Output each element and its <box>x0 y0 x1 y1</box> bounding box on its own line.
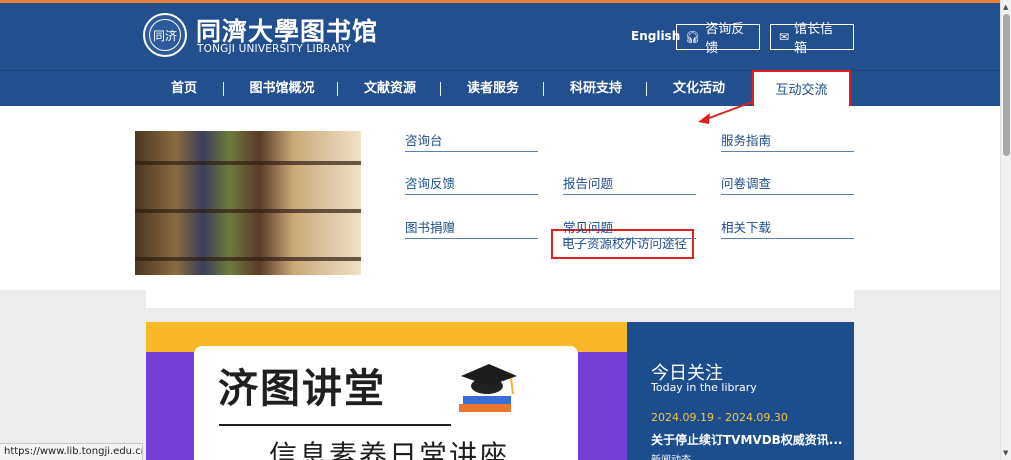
nav-item-resources[interactable]: 文献资源 <box>361 71 419 107</box>
english-link[interactable]: English <box>631 29 680 43</box>
nav-item-research[interactable]: 科研支持 <box>567 71 625 107</box>
dropdown-link-report-problem[interactable]: 报告问题 <box>563 173 696 195</box>
director-mailbox-button[interactable]: ✉ 馆长信箱 <box>770 22 854 56</box>
dropdown-link-book-donation[interactable]: 图书捐赠 <box>405 217 538 239</box>
dropdown-link-faq[interactable]: 常见问题 <box>563 217 696 239</box>
today-focus-panel: 今日关注 Today in the library 2024.09.19 - 2… <box>627 322 854 460</box>
scroll-down-icon[interactable]: ▼ <box>1003 449 1008 457</box>
headset-icon: 🎧︎ <box>685 30 701 44</box>
consult-feedback-button[interactable]: 🎧︎ 咨询反馈 <box>676 22 760 56</box>
dropdown-link-service-guide[interactable]: 服务指南 <box>721 130 854 152</box>
university-seal-logo[interactable]: 同济 <box>143 13 187 57</box>
lecture-banner[interactable]: 济图讲堂 信息素养日常讲座 <box>146 322 627 460</box>
director-mailbox-label: 馆长信箱 <box>794 22 834 56</box>
nav-separator <box>646 82 647 96</box>
dropdown-link-survey[interactable]: 问卷调查 <box>721 173 854 195</box>
content-strip <box>146 286 854 308</box>
page-scrollbar[interactable]: ▲ ▼ <box>1000 0 1011 460</box>
envelope-icon: ✉ <box>779 30 790 44</box>
news-date-range: 2024.09.19 - 2024.09.30 <box>651 411 788 424</box>
annotation-arrow-icon <box>698 101 753 124</box>
banner-subtitle: 信息素养日常讲座 <box>269 439 510 460</box>
site-header: 同济 同濟大學图书馆 TONGJI UNIVERSITY LIBRARY Eng… <box>0 0 1000 70</box>
banner-underline <box>219 424 451 426</box>
scrollbar-thumb[interactable] <box>1003 14 1010 156</box>
browser-status-bar: https://www.lib.tongji.edu.cn/# <box>0 443 143 460</box>
scroll-up-icon[interactable]: ▲ <box>1003 3 1008 11</box>
nav-separator <box>440 82 441 96</box>
dropdown-link-help-desk[interactable]: 咨询台 <box>405 130 538 152</box>
dropdown-link-feedback[interactable]: 咨询反馈 <box>405 173 538 195</box>
bookshelf-photo <box>135 131 361 275</box>
main-nav: 首页 图书馆概况 文献资源 读者服务 科研支持 文化活动 互动交流 <box>0 70 1000 108</box>
nav-separator <box>223 82 224 96</box>
dropdown-link-downloads[interactable]: 相关下载 <box>721 217 854 239</box>
today-heading-en: Today in the library <box>651 381 757 394</box>
interaction-dropdown-menu: 咨询台 咨询反馈 图书捐赠 电子资源校外访问途径 报告问题 常见问题 服务指南 … <box>0 106 1000 290</box>
nav-separator <box>543 82 544 96</box>
news-title-link[interactable]: 关于停止续订TVMVDB权威资讯... <box>651 431 843 448</box>
header-accent-line <box>0 0 1000 3</box>
consult-feedback-label: 咨询反馈 <box>705 22 745 56</box>
banner-title: 济图讲堂 <box>218 366 386 412</box>
graduation-cap-icon <box>459 364 517 412</box>
library-name-en: TONGJI UNIVERSITY LIBRARY <box>197 43 352 55</box>
nav-separator <box>337 82 338 96</box>
nav-item-about[interactable]: 图书馆概况 <box>247 71 317 107</box>
nav-item-home[interactable]: 首页 <box>164 71 204 107</box>
news-tag: 新闻动态 <box>651 451 691 460</box>
nav-item-services[interactable]: 读者服务 <box>464 71 522 107</box>
